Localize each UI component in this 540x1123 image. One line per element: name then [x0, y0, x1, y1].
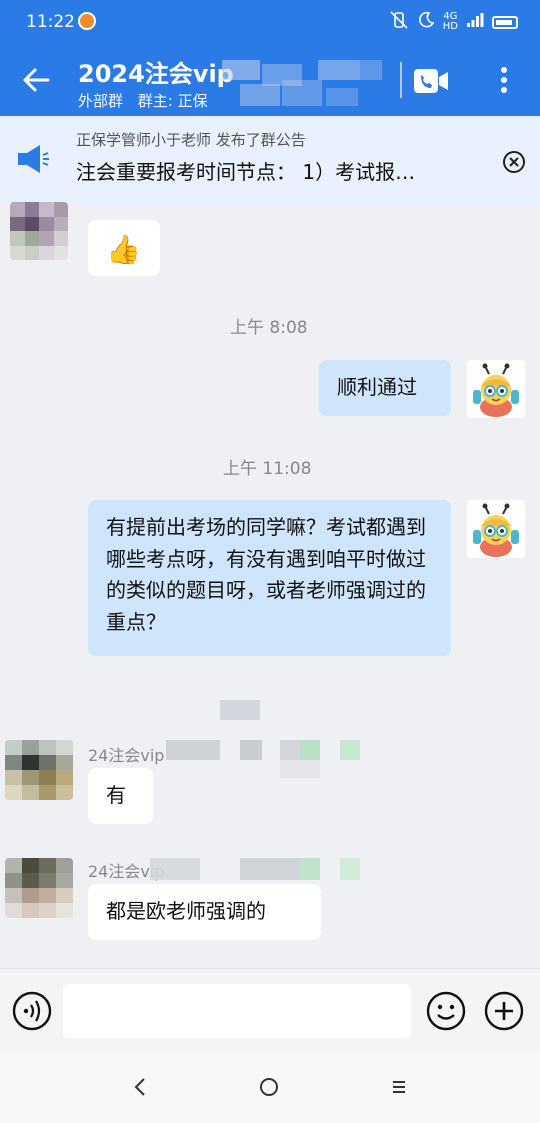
- network-indicator: 4G HD: [442, 11, 458, 32]
- message-text: 顺利通过: [337, 375, 417, 399]
- privacy-blur: [150, 858, 200, 880]
- message-text: 都是欧老师强调的: [106, 899, 266, 923]
- message-text-field[interactable]: [63, 984, 411, 1038]
- privacy-blur: [222, 60, 260, 80]
- back-button[interactable]: [18, 62, 54, 98]
- header-divider: [400, 62, 402, 98]
- more-options-button[interactable]: [490, 62, 518, 98]
- privacy-blur: [360, 60, 382, 80]
- circle-home-icon: [260, 1078, 278, 1096]
- chevron-left-icon: [134, 1078, 145, 1096]
- privacy-blur: [280, 760, 320, 778]
- more-actions-button[interactable]: [484, 991, 524, 1031]
- bee-avatar-icon: [467, 360, 525, 418]
- sender-name: 24注会vip: [88, 746, 165, 765]
- system-navigation-bar: [0, 1052, 540, 1123]
- nav-recents-button[interactable]: [388, 1076, 410, 1098]
- timestamp: 上午 11:08: [223, 459, 312, 479]
- privacy-blur: [318, 60, 360, 80]
- privacy-blur: [282, 80, 322, 106]
- battery-icon: [492, 15, 518, 29]
- more-vertical-icon: [501, 67, 507, 93]
- message-bubble-self[interactable]: 顺利通过: [319, 360, 451, 416]
- megaphone-icon: [16, 142, 50, 176]
- status-time: 11:22: [26, 12, 75, 32]
- avatar[interactable]: [5, 858, 73, 918]
- status-icons: 4G HD: [389, 10, 518, 34]
- external-group-tag: 外部群: [78, 92, 124, 110]
- privacy-blur: [280, 740, 300, 760]
- privacy-blur: [240, 858, 300, 880]
- privacy-blur: [326, 88, 358, 106]
- do-not-disturb-icon: [417, 11, 435, 33]
- plus-circle-icon: [484, 991, 524, 1031]
- privacy-blur: [340, 740, 360, 760]
- message-bubble-emoji[interactable]: 👍: [88, 220, 160, 276]
- privacy-blur: [300, 858, 320, 880]
- smiley-icon: [426, 991, 466, 1031]
- voice-icon: [12, 991, 52, 1031]
- arrow-left-icon: [23, 68, 50, 92]
- video-call-icon: [414, 69, 448, 93]
- signal-icon: [466, 12, 484, 32]
- video-call-button[interactable]: [413, 66, 449, 96]
- message-input-bar: [0, 968, 540, 1052]
- notification-app-icon: [78, 12, 96, 30]
- privacy-blur: [340, 858, 360, 880]
- bee-avatar-icon: [467, 500, 525, 558]
- message-bubble-other[interactable]: 都是欧老师强调的: [88, 884, 321, 940]
- thumbs-up-icon: 👍: [106, 233, 141, 266]
- nav-back-button[interactable]: [130, 1076, 152, 1098]
- close-circle-icon: [503, 151, 525, 173]
- message-bubble-other[interactable]: 有: [88, 768, 153, 824]
- close-announcement-button[interactable]: [502, 150, 526, 174]
- privacy-blur: [166, 740, 220, 760]
- privacy-blur: [240, 84, 280, 106]
- message-text: 有提前出考场的同学嘛？考试都遇到哪些考点呀，有没有遇到咱平时做过的类似的题目呀，…: [106, 515, 426, 634]
- menu-lines-icon: [393, 1081, 405, 1093]
- announcement-text: 注会重要报考时间节点： 1）考试报…: [76, 160, 416, 184]
- self-avatar[interactable]: [467, 360, 525, 418]
- message-bubble-self[interactable]: 有提前出考场的同学嘛？考试都遇到哪些考点呀，有没有遇到咱平时做过的类似的题目呀，…: [88, 500, 451, 656]
- group-announcement-banner[interactable]: 正保学管师小于老师 发布了群公告 注会重要报考时间节点： 1）考试报…: [0, 116, 540, 204]
- mute-vibrate-icon: [389, 10, 409, 34]
- emoji-button[interactable]: [426, 991, 466, 1031]
- group-owner: 群主: 正保: [137, 92, 208, 110]
- timestamp: 上午 8:08: [230, 318, 308, 338]
- avatar[interactable]: [5, 740, 73, 800]
- privacy-blur: [240, 740, 262, 760]
- privacy-blur: [220, 700, 260, 720]
- announcement-meta: 正保学管师小于老师 发布了群公告: [76, 131, 306, 149]
- group-title: 2024注会vip: [78, 60, 234, 88]
- avatar[interactable]: [10, 202, 68, 260]
- self-avatar[interactable]: [467, 500, 525, 558]
- privacy-blur: [300, 740, 320, 760]
- chat-header: 2024注会vip 外部群 群主: 正保: [0, 44, 540, 116]
- message-text: 有: [106, 783, 126, 807]
- group-subtitle: 外部群 群主: 正保: [78, 90, 218, 111]
- nav-home-button[interactable]: [258, 1076, 280, 1098]
- voice-input-button[interactable]: [12, 991, 52, 1031]
- status-bar: 11:22 4G HD: [0, 0, 540, 44]
